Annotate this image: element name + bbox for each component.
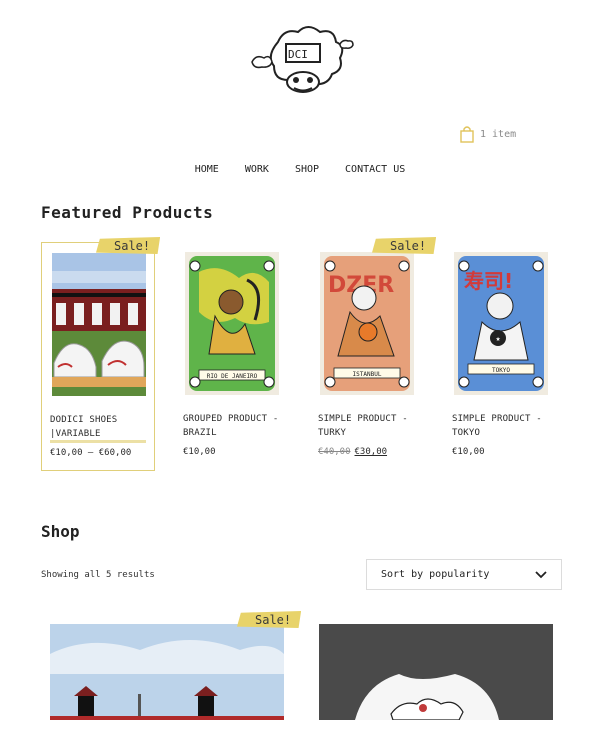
product-image-brazil-poster[interactable]: RIO DE JANEIRO	[185, 252, 279, 395]
product-price: €10,00 – €60,00	[50, 448, 131, 458]
result-count: Showing all 5 results	[41, 570, 155, 580]
main-nav: HOME WORK SHOP CONTACT US	[0, 164, 600, 175]
product-image-tokyo-poster[interactable]: 寿司! ★ TOKYO	[454, 252, 548, 395]
nav-home[interactable]: HOME	[195, 164, 219, 175]
sale-badge: Sale!	[96, 237, 161, 254]
product-price: €10,00	[183, 447, 216, 457]
product-card-brazil[interactable]: RIO DE JANEIRO GROUPED PRODUCT - BRAZIL …	[175, 242, 289, 471]
featured-products-heading: Featured Products	[41, 203, 214, 222]
product-name[interactable]: GROUPED PRODUCT - BRAZIL	[183, 412, 287, 440]
nav-shop[interactable]: SHOP	[290, 164, 324, 175]
cart-link[interactable]: 1 item	[460, 126, 516, 143]
svg-text:DCI: DCI	[288, 48, 308, 61]
poster-caption: RIO DE JANEIRO	[207, 373, 258, 380]
chevron-down-icon	[535, 570, 547, 578]
poster-caption: TOKYO	[492, 367, 510, 374]
product-image-shoes[interactable]	[52, 253, 146, 396]
product-card-dodici-shoes[interactable]: DODICI SHOES |VARIABLE €10,00 – €60,00	[41, 242, 155, 471]
sale-badge: Sale!	[372, 237, 437, 254]
product-name-highlight	[50, 440, 146, 443]
sale-price: €30,00	[354, 447, 388, 457]
sort-select[interactable]: Sort by popularity	[366, 559, 562, 590]
nav-work[interactable]: WORK	[245, 164, 269, 175]
sort-selected-value: Sort by popularity	[381, 569, 490, 580]
shop-product-image-shoes[interactable]	[50, 624, 284, 720]
nav-contact-us[interactable]: CONTACT US	[345, 164, 405, 175]
old-price: €40,00	[318, 447, 351, 457]
price-value: €10,00	[183, 447, 216, 457]
cart-count: 1 item	[480, 129, 517, 140]
product-image-istanbul-poster[interactable]: DZER ISTANBUL	[320, 252, 414, 395]
product-price: €10,00	[452, 447, 485, 457]
shopping-bag-icon	[460, 126, 474, 143]
sale-badge: Sale!	[237, 611, 302, 628]
product-name[interactable]: SIMPLE PRODUCT - TURKY	[318, 412, 422, 440]
product-card-tokyo[interactable]: 寿司! ★ TOKYO SIMPLE PRODUCT - TOKYO €10,0…	[444, 242, 558, 471]
price-value: €10,00	[452, 447, 485, 457]
svg-text:寿司!: 寿司!	[464, 269, 513, 293]
product-name[interactable]: SIMPLE PRODUCT - TOKYO	[452, 412, 556, 440]
product-card-turky[interactable]: DZER ISTANBUL SIMPLE PRODUCT - TURKY €40…	[310, 242, 424, 471]
price-range: €10,00 – €60,00	[50, 448, 132, 458]
brand-logo[interactable]: DCI	[248, 22, 358, 108]
product-name[interactable]: DODICI SHOES |VARIABLE	[50, 413, 154, 441]
shop-heading: Shop	[41, 522, 80, 541]
svg-text:★: ★	[496, 334, 501, 343]
product-price: €40,00 €30,00	[318, 447, 387, 457]
poster-caption: ISTANBUL	[353, 371, 382, 378]
shop-product-image-tshirt[interactable]	[319, 624, 553, 720]
